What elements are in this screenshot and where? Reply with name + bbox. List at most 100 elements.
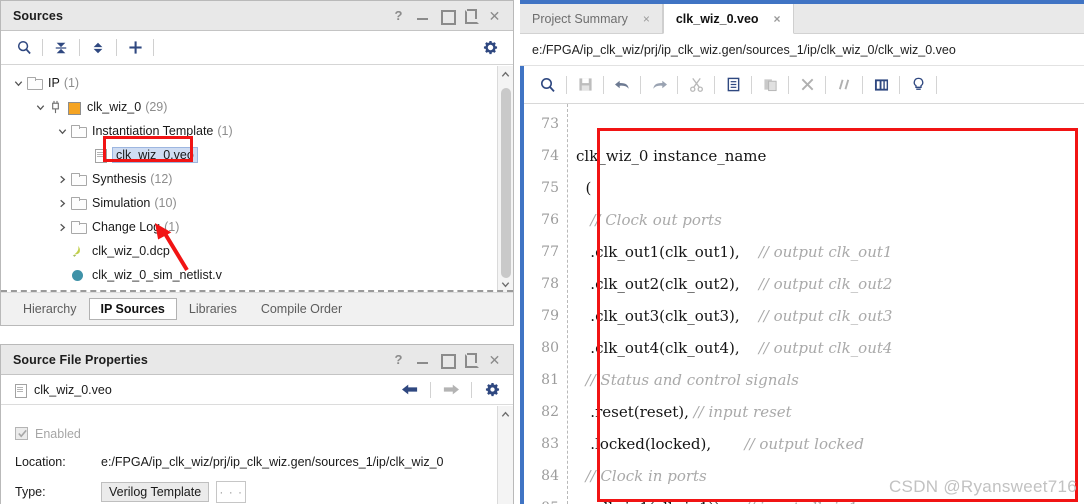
code-lines[interactable]: clk_wiz_0 instance_name ( // Clock out p… xyxy=(576,104,1084,504)
settings-gear-icon[interactable] xyxy=(479,379,505,401)
code-text: .locked(locked), xyxy=(576,435,745,453)
tree-row[interactable]: Change Log (1) xyxy=(1,215,497,239)
chevron-down-icon[interactable] xyxy=(11,76,26,91)
redo-icon[interactable] xyxy=(645,72,673,98)
gutter-divider xyxy=(567,104,568,504)
tab-libraries[interactable]: Libraries xyxy=(177,298,249,320)
maximize-icon[interactable] xyxy=(440,9,456,25)
tab-compile-order[interactable]: Compile Order xyxy=(249,298,354,320)
toolbar-separator xyxy=(79,39,80,56)
properties-panel-title: Source File Properties xyxy=(13,352,148,367)
toolbar-separator xyxy=(116,39,117,56)
tab-hierarchy[interactable]: Hierarchy xyxy=(11,298,89,320)
tree-item-label[interactable]: clk_wiz_0.veo xyxy=(112,147,198,163)
search-icon[interactable] xyxy=(534,72,562,98)
close-icon[interactable]: ✕ xyxy=(488,9,501,23)
sources-panel: Sources ? ✕ IP (1) clk_wiz_0 (29) Instan… xyxy=(0,0,514,326)
line-number: 81 xyxy=(541,372,559,388)
minimize-icon[interactable] xyxy=(416,353,429,366)
chevron-right-icon[interactable] xyxy=(55,220,70,235)
enabled-checkbox[interactable] xyxy=(15,427,28,440)
expand-all-icon[interactable] xyxy=(85,36,111,60)
folder-icon xyxy=(70,219,87,235)
tab-project-summary[interactable]: Project Summary × xyxy=(520,4,662,33)
chevron-down-icon[interactable] xyxy=(55,124,70,139)
sources-tree-scrollbar[interactable] xyxy=(497,66,513,292)
close-icon[interactable]: ✕ xyxy=(488,353,501,367)
chevron-down-icon[interactable] xyxy=(33,100,48,115)
tree-row[interactable]: clk_wiz_0.dcp xyxy=(1,239,497,263)
line-number: 75 xyxy=(541,180,559,196)
tree-row[interactable]: IP (1) xyxy=(1,71,497,95)
float-icon[interactable] xyxy=(464,9,479,24)
paste-icon[interactable] xyxy=(756,72,784,98)
undo-icon[interactable] xyxy=(608,72,636,98)
enabled-row: Enabled xyxy=(15,420,497,447)
cut-icon[interactable] xyxy=(682,72,710,98)
delete-icon[interactable] xyxy=(793,72,821,98)
type-label: Type: xyxy=(15,485,46,499)
forward-arrow-icon[interactable] xyxy=(438,379,464,401)
columns-icon[interactable] xyxy=(867,72,895,98)
sources-title-bar: Sources ? ✕ xyxy=(1,1,513,31)
properties-scrollbar[interactable] xyxy=(497,406,513,504)
tab-ip-sources[interactable]: IP Sources xyxy=(88,298,177,320)
code-editor[interactable]: 73 74 75 76 77 78 79 80 81 82 83 84 85 c… xyxy=(524,104,1084,504)
chevron-right-icon[interactable] xyxy=(55,172,70,187)
minimize-icon[interactable] xyxy=(416,9,429,22)
folder-icon xyxy=(26,75,43,91)
scrollbar-thumb[interactable] xyxy=(501,88,511,278)
toolbar-separator xyxy=(153,39,154,56)
copy-icon[interactable] xyxy=(719,72,747,98)
tree-row[interactable]: Synthesis (12) xyxy=(1,167,497,191)
search-icon[interactable] xyxy=(11,36,37,60)
code-line: // Clock out ports xyxy=(576,204,1084,236)
folder-icon xyxy=(70,195,87,211)
code-comment: // input reset xyxy=(693,403,792,421)
tree-row[interactable]: clk_wiz_0 (29) xyxy=(1,95,497,119)
code-comment: // output locked xyxy=(744,435,864,453)
ip-core-icon xyxy=(48,99,63,115)
tree-item-label: Instantiation Template xyxy=(92,124,214,138)
tree-row-selected[interactable]: clk_wiz_0.veo xyxy=(1,143,497,167)
code-comment: // Status and control signals xyxy=(585,371,799,389)
type-browse-button[interactable]: · · · xyxy=(216,481,247,503)
code-text: .clk_out4(clk_out4), xyxy=(576,339,759,357)
tree-row[interactable]: Simulation (10) xyxy=(1,191,497,215)
help-icon[interactable]: ? xyxy=(392,9,405,22)
scroll-up-icon[interactable] xyxy=(498,406,513,422)
line-number: 76 xyxy=(541,212,559,228)
toolbar-separator xyxy=(862,75,863,94)
code-text: .clk_out1(clk_out1), xyxy=(576,243,759,261)
folder-icon xyxy=(70,171,87,187)
chevron-right-icon[interactable] xyxy=(55,196,70,211)
tab-close-icon[interactable]: × xyxy=(771,12,784,26)
tree-item-label: clk_wiz_0 xyxy=(87,100,142,114)
tab-close-icon[interactable]: × xyxy=(640,12,653,26)
back-arrow-icon[interactable] xyxy=(397,379,423,401)
help-icon[interactable]: ? xyxy=(392,353,405,366)
tab-clk-wiz-0-veo[interactable]: clk_wiz_0.veo × xyxy=(662,4,794,34)
toolbar-separator xyxy=(936,75,937,94)
sources-toolbar xyxy=(1,31,513,65)
line-number: 77 xyxy=(541,244,559,260)
settings-gear-icon[interactable] xyxy=(477,36,503,60)
comment-icon[interactable] xyxy=(830,72,858,98)
scroll-up-icon[interactable] xyxy=(498,66,513,82)
collapse-all-icon[interactable] xyxy=(48,36,74,60)
float-icon[interactable] xyxy=(464,353,479,368)
bulb-icon[interactable] xyxy=(904,72,932,98)
add-sources-icon[interactable] xyxy=(122,36,148,60)
type-value[interactable]: Verilog Template xyxy=(101,482,210,502)
maximize-icon[interactable] xyxy=(440,353,456,369)
tree-row[interactable]: clk_wiz_0_sim_netlist.v xyxy=(1,263,497,287)
tree-item-label: Synthesis xyxy=(92,172,147,186)
code-line: ( xyxy=(576,172,1084,204)
save-icon[interactable] xyxy=(571,72,599,98)
tree-row[interactable]: Instantiation Template (1) xyxy=(1,119,497,143)
sources-tree[interactable]: IP (1) clk_wiz_0 (29) Instantiation Temp… xyxy=(1,66,497,292)
left-column: Sources ? ✕ IP (1) clk_wiz_0 (29) Instan… xyxy=(0,0,514,504)
separator xyxy=(471,381,472,398)
properties-fields: Enabled Location: e:/FPGA/ip_clk_wiz/prj… xyxy=(1,406,497,504)
